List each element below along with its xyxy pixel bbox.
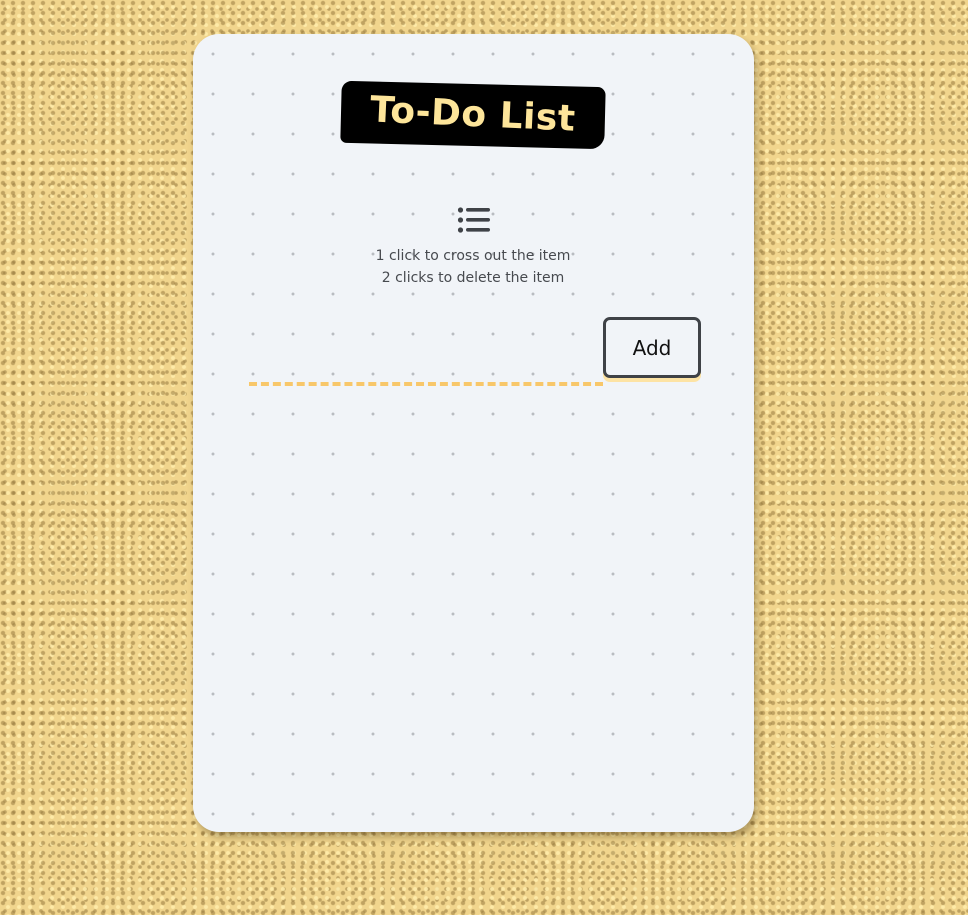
todo-card: To-Do List 1 click to cross out the item… <box>193 34 754 832</box>
add-button[interactable]: Add <box>603 317 701 378</box>
todo-input[interactable] <box>249 352 603 386</box>
instruction-cross-out: 1 click to cross out the item <box>375 248 571 264</box>
instruction-delete: 2 clicks to delete the item <box>381 270 565 286</box>
page-title: To-Do List <box>369 89 577 140</box>
list-icon <box>457 207 490 233</box>
title-banner: To-Do List <box>340 80 606 150</box>
